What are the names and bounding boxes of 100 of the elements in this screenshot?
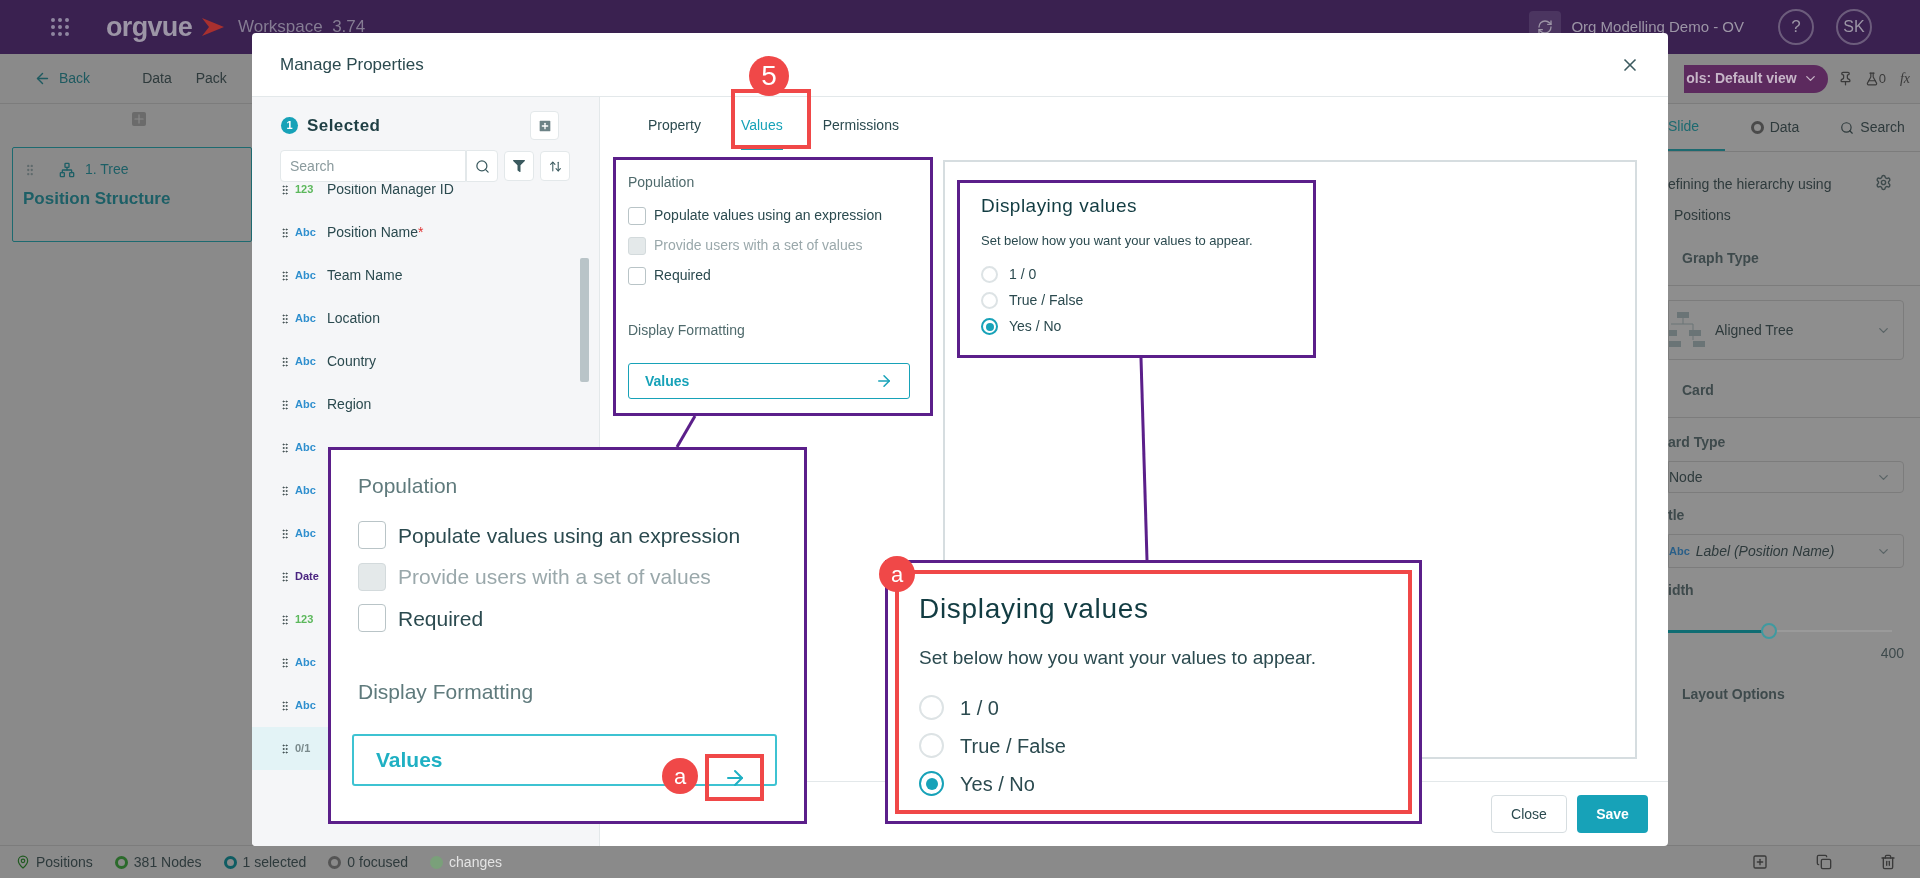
avatar[interactable]: SK [1836, 9, 1872, 45]
dialog-tab[interactable]: Permissions [822, 115, 899, 150]
view-selector[interactable]: ols: Default view [1684, 64, 1828, 93]
drag-handle-icon[interactable] [279, 526, 291, 541]
sort-button[interactable] [540, 151, 570, 181]
drag-handle-icon[interactable] [279, 569, 291, 584]
scrollbar-thumb[interactable] [580, 258, 589, 382]
radio-label: Yes / No [1009, 317, 1062, 336]
field-label: ard Type [1668, 433, 1727, 452]
radio-label: Yes / No [960, 771, 1035, 797]
radio-label: True / False [1009, 291, 1084, 310]
hint-text: Set below how you want your values to appear. [919, 646, 1318, 670]
drag-handle-icon[interactable] [279, 483, 291, 498]
property-row[interactable]: Abc [252, 469, 328, 512]
slide-card[interactable]: 1. Tree Position Structure [12, 147, 252, 242]
settings-icon[interactable] [1875, 174, 1892, 191]
aligned-tree-icon [1669, 310, 1705, 350]
help-button[interactable]: ? [1778, 9, 1814, 45]
drag-handle-icon[interactable] [279, 225, 291, 240]
refresh-icon [1537, 19, 1554, 35]
drag-handle-icon[interactable] [279, 268, 291, 283]
apps-icon[interactable] [48, 15, 72, 39]
property-row[interactable]: Abc Team Name [252, 254, 579, 297]
selected-icon [223, 855, 237, 869]
menu-item[interactable]: Pack [195, 68, 227, 89]
back-button[interactable]: Back [34, 68, 91, 89]
dialog-tab[interactable]: Values [740, 115, 783, 150]
drag-handle-icon[interactable] [279, 354, 291, 369]
checkbox[interactable] [358, 521, 386, 550]
radio-label: 1 / 0 [960, 695, 999, 721]
sort-icon [548, 159, 562, 173]
hierarchy-value: Positions [1674, 206, 1732, 225]
property-row[interactable]: Abc Location [252, 297, 579, 340]
field-label: idth [1668, 581, 1695, 600]
type-tag: Abc [295, 396, 322, 413]
focused-icon [328, 855, 342, 869]
drag-handle-icon[interactable] [279, 397, 291, 412]
add-button[interactable] [530, 111, 559, 140]
section-heading: Layout Options [1682, 685, 1786, 704]
property-row[interactable]: 123 [252, 598, 328, 641]
values-button[interactable]: Values [628, 363, 910, 399]
graph-type-select[interactable]: Aligned Tree [1668, 300, 1904, 360]
filter-button[interactable] [504, 151, 534, 181]
property-row[interactable]: Abc Position Name* [252, 211, 579, 254]
drag-handle-icon[interactable] [279, 311, 291, 326]
panel-tab[interactable]: Search [1825, 104, 1920, 151]
property-row[interactable]: Date [252, 555, 328, 598]
drag-handle-icon[interactable] [279, 184, 291, 197]
radio-label: 1 / 0 [1009, 265, 1037, 284]
filter-icon [513, 160, 525, 172]
section-heading: Population [628, 173, 696, 192]
type-tag: 123 [295, 611, 322, 628]
type-tag: Abc [295, 654, 322, 671]
property-row[interactable]: Abc [252, 684, 328, 727]
status-item: changes [449, 852, 502, 872]
search-icon [474, 158, 490, 174]
pin-icon [16, 855, 30, 869]
formula-button[interactable]: fx [1899, 68, 1910, 89]
copy-icon[interactable] [1816, 854, 1832, 870]
save-button[interactable]: Save [1577, 795, 1648, 833]
add-icon[interactable] [1752, 854, 1768, 870]
section-title: Displaying values [919, 592, 1150, 626]
property-row[interactable]: Abc Region [252, 383, 579, 426]
title-select[interactable]: Abc Label (Position Name) [1668, 534, 1904, 568]
property-row[interactable]: Abc [252, 426, 328, 469]
section-heading: Display Formatting [628, 321, 746, 340]
close-button[interactable]: Close [1491, 795, 1567, 833]
property-row[interactable]: Abc Country [252, 340, 579, 383]
search-button[interactable] [466, 150, 498, 182]
radio-button[interactable] [919, 771, 944, 796]
drag-handle-icon[interactable] [279, 698, 291, 713]
card-type-select[interactable]: Node [1668, 461, 1904, 493]
drag-handle-icon[interactable] [279, 612, 291, 627]
type-tag: 0/1 [295, 740, 322, 757]
status-item: 1 selected [242, 852, 307, 872]
drag-handle-icon[interactable] [279, 655, 291, 670]
property-row[interactable]: 123 Position Manager ID [252, 184, 579, 211]
checkbox-label: Populate values using an expression [654, 206, 883, 225]
drag-handle-icon[interactable] [279, 741, 291, 756]
drag-handle-icon[interactable] [279, 440, 291, 455]
search-field[interactable]: Search [280, 150, 466, 182]
width-value: 400 [1880, 644, 1904, 663]
menu-item[interactable]: Data [142, 68, 172, 89]
section-heading: Card [1682, 381, 1715, 400]
radio-button[interactable] [981, 318, 998, 335]
checkbox[interactable] [628, 206, 646, 225]
checkbox[interactable] [358, 604, 386, 633]
pin-icon[interactable] [1837, 71, 1853, 86]
property-row[interactable]: 0/1 [252, 727, 328, 770]
count-badge: 1 [281, 117, 298, 134]
property-name: Location [327, 309, 380, 328]
property-row[interactable]: Abc [252, 641, 328, 684]
checkbox[interactable] [628, 266, 646, 285]
add-icon [536, 117, 553, 134]
panel-tab[interactable]: Data [1725, 104, 1825, 151]
dialog-tab[interactable]: Property [648, 115, 701, 150]
width-slider[interactable] [1668, 623, 1892, 639]
alerts-count[interactable]: 0 [1864, 68, 1886, 89]
delete-icon[interactable] [1880, 854, 1896, 870]
property-row[interactable]: Abc [252, 512, 328, 555]
